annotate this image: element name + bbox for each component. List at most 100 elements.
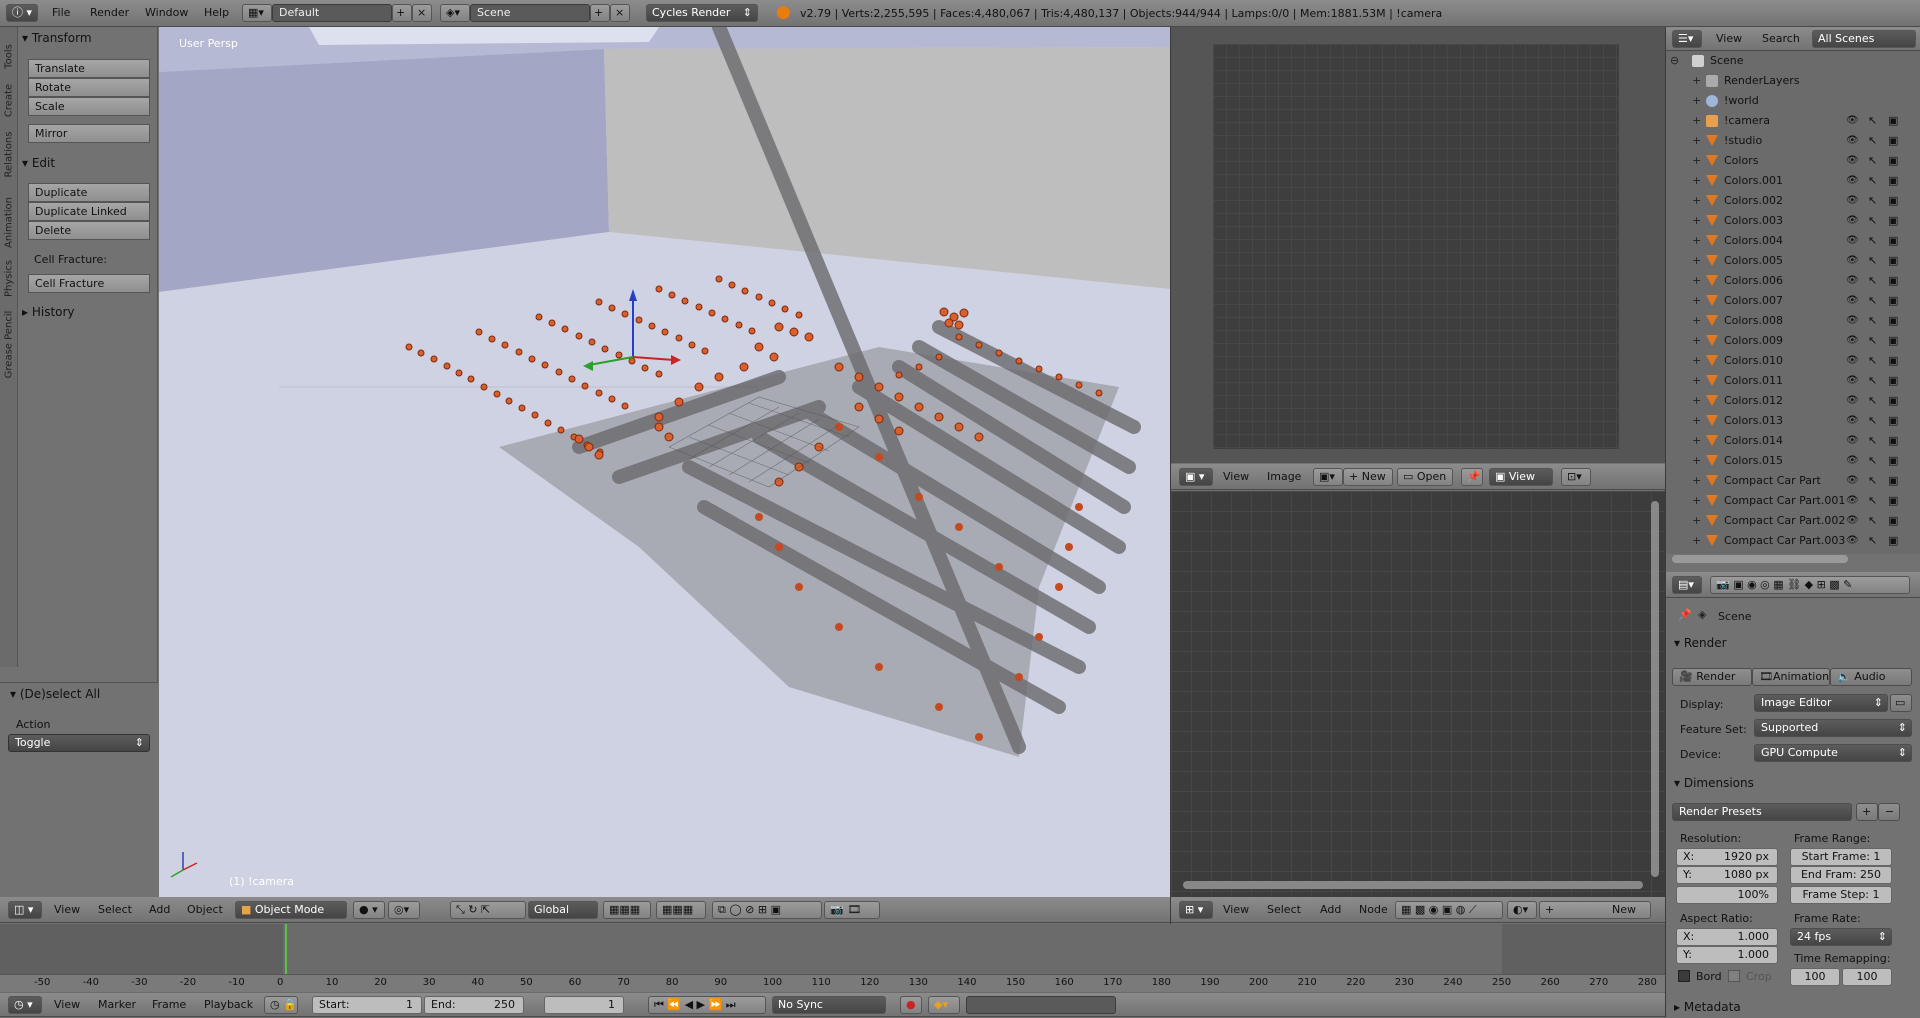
shading-dropdown[interactable]: ● ▾ (353, 901, 385, 919)
render-camera-icon[interactable]: ▣ (1888, 231, 1898, 251)
current-frame-field[interactable]: 1 (544, 996, 624, 1014)
action-dropdown[interactable]: Toggle ⇕ (8, 734, 150, 752)
aspect-y-field[interactable]: Y: 1.000 (1676, 946, 1778, 964)
expand-icon[interactable]: + (1692, 351, 1701, 371)
res-x-field[interactable]: X: 1920 px (1676, 848, 1778, 866)
selectable-cursor-icon[interactable]: ↖ (1868, 211, 1877, 231)
outliner-row[interactable]: + Colors.004 👁 ↖ ▣ (1666, 231, 1920, 251)
transform-panel-header[interactable]: ▾ Transform (22, 29, 92, 47)
manipulator-toggle[interactable]: ⤡ ↻ ⇱ (450, 901, 526, 919)
frame-rate-dropdown[interactable]: 24 fps ⇕ (1790, 928, 1892, 946)
orientation-dropdown[interactable]: Global (528, 901, 598, 919)
display-mode-dropdown[interactable]: All Scenes (1812, 30, 1916, 48)
expand-icon[interactable]: + (1692, 111, 1701, 131)
outliner-row[interactable]: + !studio 👁 ↖ ▣ (1666, 131, 1920, 151)
editor-type-button[interactable]: ⊞ ▾ (1179, 901, 1213, 919)
visibility-eye-icon[interactable]: 👁 (1846, 371, 1859, 391)
menu-view[interactable]: View (1223, 464, 1249, 490)
expand-icon[interactable]: + (1692, 391, 1701, 411)
selectable-cursor-icon[interactable]: ↖ (1868, 371, 1877, 391)
outliner-row[interactable]: + Colors.013 👁 ↖ ▣ (1666, 411, 1920, 431)
remap-old-field[interactable]: 100 (1790, 968, 1840, 986)
outliner-row[interactable]: + Colors.005 👁 ↖ ▣ (1666, 251, 1920, 271)
tab-tools[interactable]: Tools (4, 44, 15, 69)
menu-view[interactable]: View (54, 992, 80, 1018)
expand-icon[interactable]: + (1692, 151, 1701, 171)
playhead[interactable] (285, 924, 287, 974)
selectable-cursor-icon[interactable]: ↖ (1868, 231, 1877, 251)
selectable-cursor-icon[interactable]: ↖ (1868, 171, 1877, 191)
tab-grease-pencil[interactable]: Grease Pencil (4, 311, 15, 379)
menu-search[interactable]: Search (1762, 26, 1800, 52)
visibility-eye-icon[interactable]: 👁 (1846, 311, 1859, 331)
outliner-row[interactable]: + Compact Car Part.001 👁 ↖ ▣ (1666, 491, 1920, 511)
audio-button[interactable]: 🔈 Audio (1830, 668, 1912, 686)
edit-panel-header[interactable]: ▾ Edit (22, 154, 55, 172)
render-camera-icon[interactable]: ▣ (1888, 431, 1898, 451)
new-image-button[interactable]: + New (1343, 468, 1393, 486)
res-percent-field[interactable]: 100% (1676, 886, 1778, 904)
visibility-eye-icon[interactable]: 👁 (1846, 471, 1859, 491)
visibility-eye-icon[interactable]: 👁 (1846, 191, 1859, 211)
res-y-field[interactable]: Y: 1080 px (1676, 866, 1778, 884)
render-camera-icon[interactable]: ▣ (1888, 411, 1898, 431)
editor-type-button[interactable]: ◷ ▾ (8, 996, 42, 1014)
add-preset-button[interactable]: + (1856, 803, 1878, 821)
expand-icon[interactable]: + (1692, 411, 1701, 431)
menu-marker[interactable]: Marker (98, 992, 136, 1018)
rotate-button[interactable]: Rotate (28, 78, 150, 97)
menu-select[interactable]: Select (98, 897, 132, 923)
layout-name-field[interactable]: Default (272, 4, 392, 22)
visibility-eye-icon[interactable]: 👁 (1846, 411, 1859, 431)
add-layout-button[interactable]: + (392, 4, 412, 22)
visibility-eye-icon[interactable]: 👁 (1846, 451, 1859, 471)
scene-selector[interactable]: ◈▾ (440, 4, 470, 22)
crop-checkbox[interactable] (1728, 970, 1740, 982)
selectable-cursor-icon[interactable]: ↖ (1868, 431, 1877, 451)
menu-view[interactable]: View (1223, 897, 1249, 923)
3d-viewport[interactable]: User Persp (1) !camera (159, 27, 1170, 897)
area-divider[interactable] (1665, 27, 1666, 1017)
menu-image[interactable]: Image (1267, 464, 1301, 490)
image-browse-button[interactable]: ▣▾ (1313, 468, 1343, 486)
outliner-row[interactable]: + Colors.008 👁 ↖ ▣ (1666, 311, 1920, 331)
visibility-eye-icon[interactable]: 👁 (1846, 531, 1859, 551)
selectable-cursor-icon[interactable]: ↖ (1868, 191, 1877, 211)
visibility-eye-icon[interactable]: 👁 (1846, 511, 1859, 531)
expand-icon[interactable]: + (1692, 451, 1701, 471)
feature-set-dropdown[interactable]: Supported ⇕ (1754, 719, 1912, 737)
keying-set-button[interactable]: ◆▾ (928, 996, 960, 1014)
tab-physics[interactable]: Physics (4, 260, 15, 297)
remove-scene-button[interactable]: × (610, 4, 630, 22)
selectable-cursor-icon[interactable]: ↖ (1868, 291, 1877, 311)
selectable-cursor-icon[interactable]: ↖ (1868, 331, 1877, 351)
expand-icon[interactable]: + (1692, 131, 1701, 151)
visibility-eye-icon[interactable]: 👁 (1846, 251, 1859, 271)
visibility-eye-icon[interactable]: 👁 (1846, 351, 1859, 371)
editor-type-button[interactable]: ▣ ▾ (1179, 468, 1213, 486)
end-frame-field[interactable]: End: 250 (424, 996, 524, 1014)
selectable-cursor-icon[interactable]: ↖ (1868, 511, 1877, 531)
selectable-cursor-icon[interactable]: ↖ (1868, 131, 1877, 151)
expand-icon[interactable]: + (1692, 191, 1701, 211)
outliner-row[interactable]: + Colors.002 👁 ↖ ▣ (1666, 191, 1920, 211)
outliner-hscroll[interactable] (1672, 555, 1848, 563)
mode-dropdown[interactable]: ■ Object Mode (235, 901, 347, 919)
layers-button-2[interactable]: ▦▦▦ (656, 901, 706, 919)
selectable-cursor-icon[interactable]: ↖ (1868, 391, 1877, 411)
render-camera-icon[interactable]: ▣ (1888, 371, 1898, 391)
outliner-row[interactable]: + !camera 👁 ↖ ▣ (1666, 111, 1920, 131)
render-camera-icon[interactable]: ▣ (1888, 311, 1898, 331)
expand-icon[interactable]: + (1692, 331, 1701, 351)
render-camera-icon[interactable]: ▣ (1888, 351, 1898, 371)
visibility-eye-icon[interactable]: 👁 (1846, 111, 1859, 131)
menu-window[interactable]: Window (145, 0, 188, 26)
expand-icon[interactable]: + (1692, 171, 1701, 191)
history-panel-header[interactable]: ▸ History (22, 303, 75, 321)
outliner-row[interactable]: + Colors.003 👁 ↖ ▣ (1666, 211, 1920, 231)
selectable-cursor-icon[interactable]: ↖ (1868, 351, 1877, 371)
render-panel-header[interactable]: ▾ Render (1674, 634, 1727, 652)
tab-create[interactable]: Create (4, 84, 15, 117)
menu-frame[interactable]: Frame (152, 992, 186, 1018)
render-camera-icon[interactable]: ▣ (1888, 111, 1898, 131)
